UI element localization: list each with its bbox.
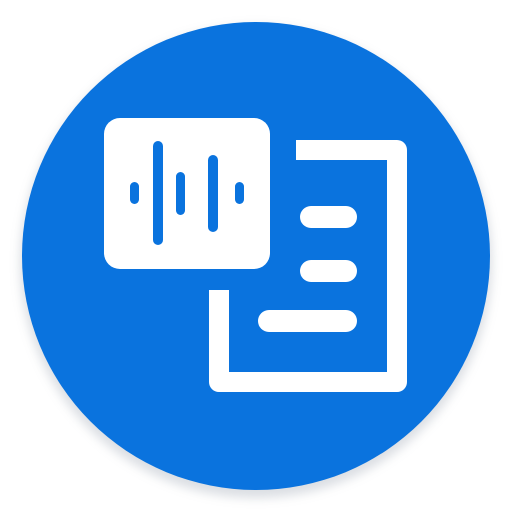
app-icon[interactable] (0, 0, 512, 512)
waveform-bar (235, 182, 244, 204)
voice-bubble-icon (104, 118, 270, 269)
document-text-line-3 (258, 310, 357, 332)
document-text-line-2 (300, 260, 357, 282)
document-text-line-1 (300, 206, 357, 228)
waveform-bar (208, 155, 218, 232)
voice-to-document-icon (20, 22, 492, 498)
waveform-bar (176, 172, 185, 215)
waveform-bar (130, 182, 139, 204)
voice-bubble (104, 118, 270, 269)
waveform-bar (153, 141, 163, 245)
